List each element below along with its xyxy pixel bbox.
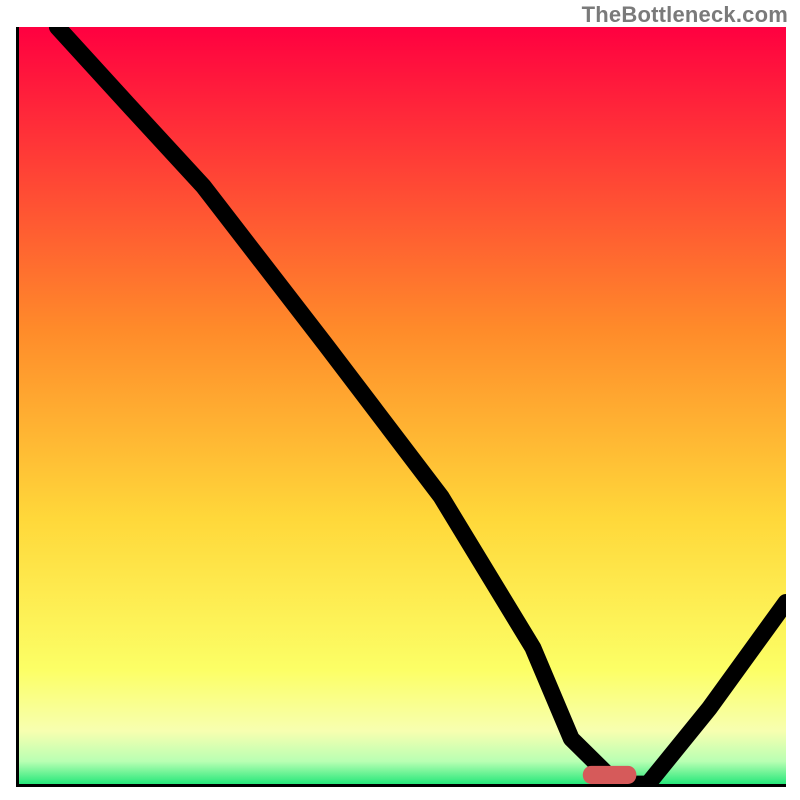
chart-stage: TheBottleneck.com (0, 0, 800, 800)
optimal-marker (583, 766, 637, 784)
heat-gradient-bg (19, 27, 786, 784)
bottleneck-chart-svg (19, 27, 786, 784)
watermark-text: TheBottleneck.com (582, 2, 788, 28)
plot-frame (16, 27, 786, 787)
